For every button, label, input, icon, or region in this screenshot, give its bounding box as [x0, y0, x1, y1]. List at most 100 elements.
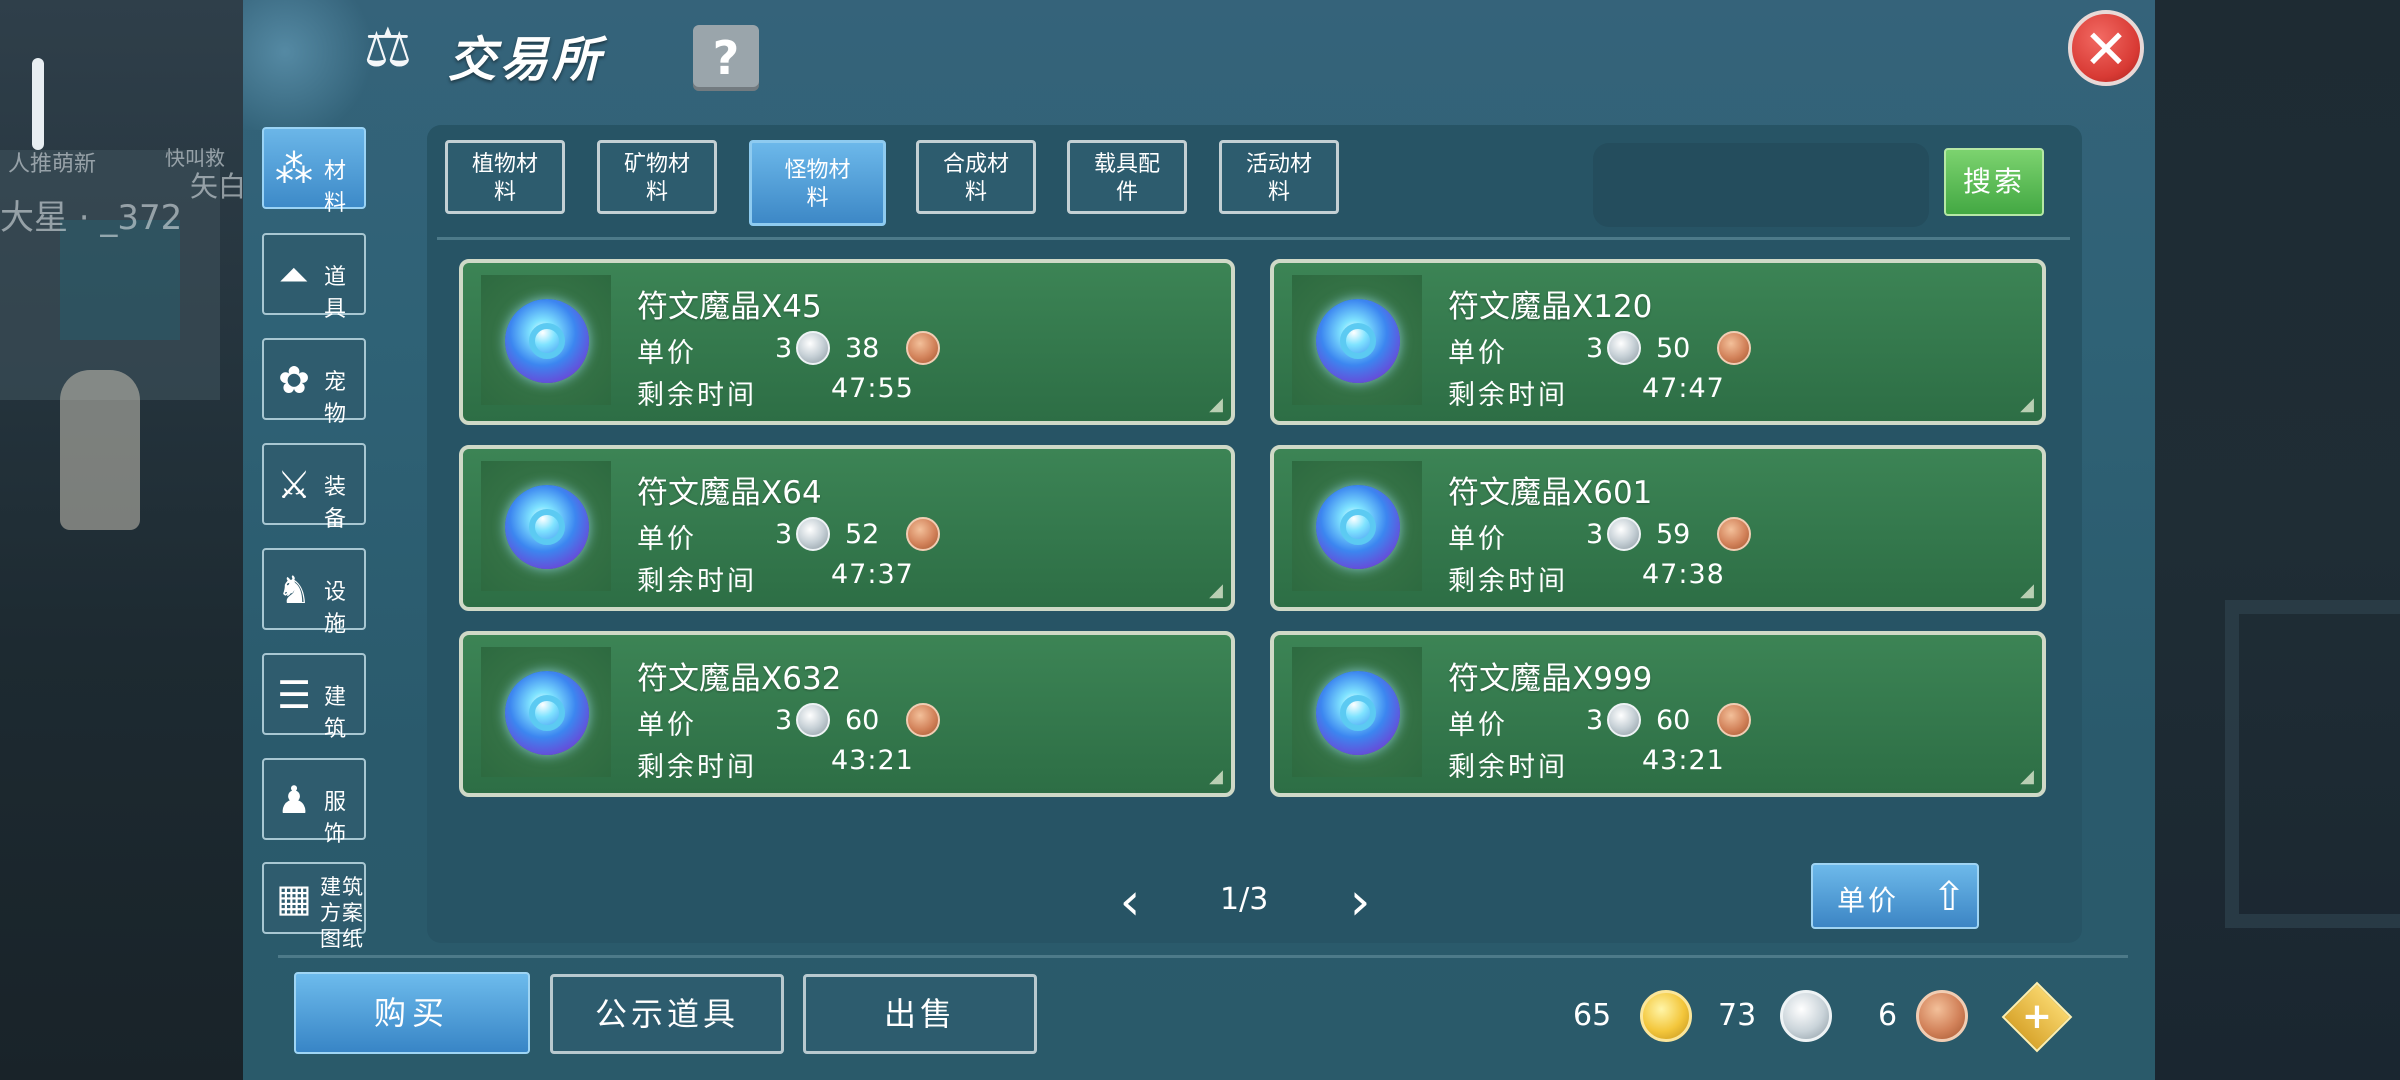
- silver-price: 3: [1586, 519, 1604, 550]
- category-equipment[interactable]: ⚔ 装备: [262, 443, 366, 532]
- time-label: 剩余时间: [637, 380, 757, 411]
- scene-slider-handle[interactable]: [32, 58, 44, 150]
- silver-coin-icon: [1780, 990, 1832, 1042]
- search-button[interactable]: 搜索: [1944, 148, 2044, 216]
- copper-coin-icon: [906, 517, 940, 551]
- copper-coin-icon: [906, 703, 940, 737]
- overlay-text: 大星 · _372: [0, 198, 183, 238]
- silver-coin-icon: [1607, 331, 1641, 365]
- clothing-icon: ♟: [276, 778, 312, 822]
- silver-coin-icon: [1607, 703, 1641, 737]
- public-items-button[interactable]: 公示道具: [550, 974, 784, 1054]
- corner-marker-icon: ◢: [1209, 766, 1223, 787]
- buy-button[interactable]: 购买: [294, 972, 530, 1054]
- next-page-button[interactable]: ›: [1340, 874, 1380, 930]
- search-input[interactable]: [1593, 143, 1929, 227]
- price-label: 单价: [637, 338, 697, 369]
- overlay-text: 矢白: [190, 170, 247, 203]
- category-label: 材料: [324, 159, 349, 216]
- remaining-time: 47:37: [831, 559, 914, 590]
- copper-price: 60: [1656, 705, 1691, 736]
- page-title: 交易所: [448, 32, 605, 88]
- copper-price: 59: [1656, 519, 1691, 550]
- remaining-time: 47:55: [831, 373, 914, 404]
- tab-vehicle-parts[interactable]: 载具配件: [1067, 140, 1187, 214]
- prev-page-button[interactable]: ‹: [1110, 874, 1150, 930]
- time-label: 剩余时间: [637, 566, 757, 597]
- category-buildings[interactable]: ☰ 建筑: [262, 653, 366, 742]
- category-facilities[interactable]: ♞ 设施: [262, 548, 366, 637]
- corner-marker-icon: ◢: [1209, 580, 1223, 601]
- page-indicator: 1/3: [1220, 882, 1269, 917]
- rune-crystal-icon: [1316, 299, 1400, 383]
- time-label: 剩余时间: [1448, 566, 1568, 597]
- category-pets[interactable]: ✿ 宠物: [262, 338, 366, 427]
- category-label: 装备: [324, 475, 349, 532]
- silver-coin-icon: [796, 331, 830, 365]
- price-label: 单价: [1448, 710, 1508, 741]
- flask-icon: ⏶: [278, 253, 310, 297]
- tab-plant-materials[interactable]: 植物材料: [445, 140, 565, 214]
- remaining-time: 43:21: [1642, 745, 1725, 776]
- item-card[interactable]: 符文魔晶X632 单价 3 60 剩余时间 43:21 ◢: [459, 631, 1235, 797]
- remaining-time: 47:38: [1642, 559, 1725, 590]
- sell-button[interactable]: 出售: [803, 974, 1037, 1054]
- time-label: 剩余时间: [637, 752, 757, 783]
- gold-coin-icon: [1640, 990, 1692, 1042]
- remaining-time: 47:47: [1642, 373, 1725, 404]
- sort-by-price-button[interactable]: 单价 ⇧: [1811, 863, 1979, 929]
- item-card[interactable]: 符文魔晶X999 单价 3 60 剩余时间 43:21 ◢: [1270, 631, 2046, 797]
- tab-event-materials[interactable]: 活动材料: [1219, 140, 1339, 214]
- materials-icon: ⁂: [275, 147, 313, 191]
- background-scene-right: [2155, 0, 2400, 1080]
- scales-icon: ⚖: [363, 16, 413, 79]
- category-label: 道具: [324, 265, 349, 322]
- silver-coin-icon: [1607, 517, 1641, 551]
- price-label: 单价: [1448, 524, 1508, 555]
- silver-price: 3: [1586, 705, 1604, 736]
- time-label: 剩余时间: [1448, 380, 1568, 411]
- copper-coin-icon: [1717, 517, 1751, 551]
- paw-icon: ✿: [278, 358, 310, 402]
- price-label: 单价: [637, 710, 697, 741]
- item-card[interactable]: 符文魔晶X120 单价 3 50 剩余时间 47:47 ◢: [1270, 259, 2046, 425]
- scene-character: [60, 370, 140, 530]
- sort-label: 单价: [1837, 884, 1900, 917]
- background-scene-left: 人推萌新 快叫救 大星 · _372 矢白: [0, 0, 247, 1080]
- close-button[interactable]: ✕: [2068, 10, 2144, 86]
- item-card[interactable]: 符文魔晶X64 单价 3 52 剩余时间 47:37 ◢: [459, 445, 1235, 611]
- category-items[interactable]: ⏶ 道具: [262, 233, 366, 322]
- item-name: 符文魔晶X632: [637, 661, 842, 697]
- tab-crafting-materials[interactable]: 合成材料: [916, 140, 1036, 214]
- silver-coin-icon: [796, 703, 830, 737]
- category-clothing[interactable]: ♟ 服饰: [262, 758, 366, 847]
- copper-coin-icon: [1717, 703, 1751, 737]
- divider: [437, 237, 2070, 240]
- corner-marker-icon: ◢: [2020, 394, 2034, 415]
- gold-amount: 65: [1573, 998, 1612, 1033]
- tab-mineral-materials[interactable]: 矿物材料: [597, 140, 717, 214]
- item-name: 符文魔晶X999: [1448, 661, 1653, 697]
- sort-arrow-icon: ⇧: [1932, 874, 1966, 920]
- item-name: 符文魔晶X45: [637, 289, 822, 325]
- item-name: 符文魔晶X601: [1448, 475, 1653, 511]
- corner-marker-icon: ◢: [2020, 766, 2034, 787]
- silver-price: 3: [775, 519, 793, 550]
- category-blueprints[interactable]: ▦ 建筑方案图纸: [262, 862, 366, 951]
- tab-monster-materials[interactable]: 怪物材料: [749, 140, 886, 226]
- price-label: 单价: [1448, 338, 1508, 369]
- copper-amount: 6: [1878, 998, 1898, 1033]
- help-button[interactable]: ?: [693, 25, 759, 91]
- copper-coin-icon: [1916, 990, 1968, 1042]
- copper-price: 60: [845, 705, 880, 736]
- plus-icon: +: [2021, 996, 2053, 1037]
- divider: [278, 955, 2128, 958]
- rune-crystal-icon: [505, 671, 589, 755]
- category-materials[interactable]: ⁂ 材料: [262, 127, 366, 216]
- silver-amount: 73: [1718, 998, 1757, 1033]
- item-card[interactable]: 符文魔晶X45 单价 3 38 剩余时间 47:55 ◢: [459, 259, 1235, 425]
- item-card[interactable]: 符文魔晶X601 单价 3 59 剩余时间 47:38 ◢: [1270, 445, 2046, 611]
- rune-crystal-icon: [1316, 485, 1400, 569]
- copper-coin-icon: [906, 331, 940, 365]
- item-name: 符文魔晶X64: [637, 475, 822, 511]
